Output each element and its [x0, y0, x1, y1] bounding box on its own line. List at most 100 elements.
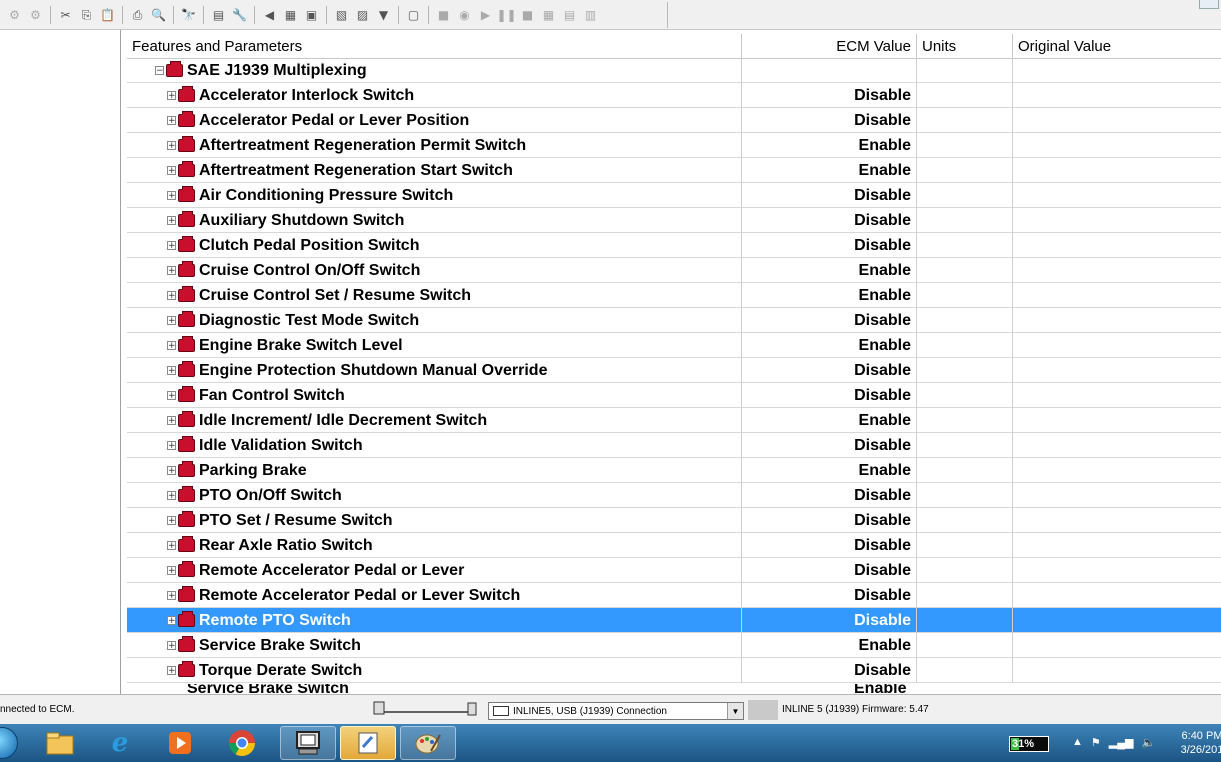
play-icon[interactable]: ▶ — [477, 7, 494, 24]
table-row[interactable]: + Engine Brake Switch Level Enable — [127, 333, 1221, 358]
ecm-value[interactable]: Enable — [742, 633, 917, 658]
expand-toggle-icon[interactable]: + — [167, 666, 176, 676]
column-header-features[interactable]: Features and Parameters — [127, 34, 742, 58]
ecm-value[interactable]: Disable — [742, 433, 917, 458]
internet-explorer-icon[interactable]: e — [92, 726, 148, 760]
volume-icon[interactable]: 🔈 — [1141, 736, 1155, 749]
column-header-ecm-value[interactable]: ECM Value — [742, 34, 917, 58]
table-row[interactable]: + Idle Validation Switch Disable — [127, 433, 1221, 458]
ecm-value[interactable]: Enable — [742, 158, 917, 183]
blank-icon[interactable]: ▢ — [405, 7, 422, 24]
expand-toggle-icon[interactable]: + — [167, 416, 176, 426]
expand-toggle-icon[interactable]: + — [167, 591, 176, 601]
expand-toggle-icon[interactable]: + — [167, 116, 176, 126]
table-row[interactable]: + PTO On/Off Switch Disable — [127, 483, 1221, 508]
ecm-value[interactable]: Disable — [742, 608, 917, 633]
export-icon[interactable]: ▧ — [333, 7, 350, 24]
paint-icon[interactable] — [340, 726, 396, 760]
ecm-value[interactable]: Disable — [742, 233, 917, 258]
expand-toggle-icon[interactable]: + — [167, 541, 176, 551]
expand-toggle-icon[interactable]: + — [167, 366, 176, 376]
table-row[interactable]: + Auxiliary Shutdown Switch Disable — [127, 208, 1221, 233]
expand-toggle-icon[interactable]: + — [167, 516, 176, 526]
cut-icon[interactable]: ✂ — [57, 7, 74, 24]
expand-toggle-icon[interactable]: + — [167, 91, 176, 101]
connect-icon[interactable]: ⚙ — [6, 7, 23, 24]
ecm-value[interactable]: Enable — [742, 283, 917, 308]
insite-app-icon[interactable] — [280, 726, 336, 760]
ecm-value[interactable]: Enable — [742, 458, 917, 483]
table-row[interactable]: + Accelerator Pedal or Lever Position Disa… — [127, 108, 1221, 133]
table-row[interactable]: + PTO Set / Resume Switch Disable — [127, 508, 1221, 533]
table-row[interactable]: + Rear Axle Ratio Switch Disable — [127, 533, 1221, 558]
chrome-icon[interactable] — [214, 726, 270, 760]
sidebar-splitter[interactable] — [0, 30, 121, 694]
table-row-selected[interactable]: + Remote PTO Switch Disable — [127, 608, 1221, 633]
expand-toggle-icon[interactable]: + — [167, 466, 176, 476]
expand-toggle-icon[interactable]: + — [167, 191, 176, 201]
save-to-ecm-icon[interactable]: ▦ — [282, 7, 299, 24]
table-row[interactable]: + Cruise Control Set / Resume Switch Enabl… — [127, 283, 1221, 308]
expand-toggle-icon[interactable]: + — [167, 216, 176, 226]
table-row[interactable]: + Torque Derate Switch Disable — [127, 658, 1221, 683]
ecm-value[interactable]: Disable — [742, 83, 917, 108]
column-header-units[interactable]: Units — [917, 34, 1013, 58]
group-row[interactable]: − SAE J1939 Multiplexing — [127, 58, 1221, 83]
filter-icon[interactable]: ▼ — [375, 7, 392, 24]
ecm-value[interactable]: Disable — [742, 583, 917, 608]
action-center-flag-icon[interactable]: ⚑ — [1091, 736, 1101, 749]
expand-toggle-icon[interactable]: + — [167, 491, 176, 501]
expand-toggle-icon[interactable]: + — [167, 641, 176, 651]
expand-toggle-icon[interactable]: + — [167, 241, 176, 251]
table-row[interactable]: + Accelerator Interlock Switch Disable — [127, 83, 1221, 108]
properties-icon[interactable]: ▤ — [210, 7, 227, 24]
table-row[interactable]: + Cruise Control On/Off Switch Enable — [127, 258, 1221, 283]
table-row[interactable]: + Remote Accelerator Pedal or Lever Disabl… — [127, 558, 1221, 583]
snapshot-icon[interactable]: ▦ — [540, 7, 557, 24]
notes-icon[interactable]: ▥ — [582, 7, 599, 24]
table-row[interactable]: + Aftertreatment Regeneration Start Switc… — [127, 158, 1221, 183]
file-explorer-icon[interactable] — [32, 726, 88, 760]
ecm-value[interactable]: Enable — [742, 408, 917, 433]
column-header-original-value[interactable]: Original Value — [1013, 34, 1221, 58]
expand-toggle-icon[interactable]: + — [167, 266, 176, 276]
media-player-icon[interactable] — [152, 726, 208, 760]
copy-icon[interactable]: ⎘ — [78, 7, 95, 24]
chevron-down-icon[interactable]: ▼ — [727, 703, 743, 719]
expand-toggle-icon[interactable]: + — [167, 141, 176, 151]
ecm-value[interactable]: Disable — [742, 508, 917, 533]
record-icon[interactable]: ■ — [435, 7, 452, 24]
expand-toggle-icon[interactable]: + — [167, 566, 176, 576]
expand-toggle-icon[interactable]: + — [167, 316, 176, 326]
print-icon[interactable]: ⎙ — [129, 7, 146, 24]
expand-toggle-icon[interactable]: + — [167, 341, 176, 351]
ecm-value[interactable]: Disable — [742, 483, 917, 508]
ecm-value[interactable]: Enable — [742, 333, 917, 358]
expand-toggle-icon[interactable]: + — [167, 391, 176, 401]
table-row[interactable]: + Service Brake Switch Enable — [127, 633, 1221, 658]
ecm-value[interactable]: Disable — [742, 308, 917, 333]
table-row[interactable]: + Aftertreatment Regeneration Permit Swit… — [127, 133, 1221, 158]
table-row[interactable]: + Diagnostic Test Mode Switch Disable — [127, 308, 1221, 333]
battery-indicator[interactable]: 31% — [1009, 736, 1049, 752]
import-icon[interactable]: ▨ — [354, 7, 371, 24]
ecm-value[interactable]: Disable — [742, 358, 917, 383]
expand-toggle-icon[interactable]: + — [167, 291, 176, 301]
back-icon[interactable]: ◀ — [261, 7, 278, 24]
disconnect-icon[interactable]: ⚙ — [27, 7, 44, 24]
connection-select[interactable]: INLINE5, USB (J1939) Connection ▼ — [488, 702, 744, 720]
table-row[interactable]: + Engine Protection Shutdown Manual Overr… — [127, 358, 1221, 383]
ecm-value[interactable]: Disable — [742, 558, 917, 583]
window-restore-button[interactable] — [1199, 0, 1219, 9]
expand-toggle-icon[interactable]: + — [167, 166, 176, 176]
pause-icon[interactable]: ❚❚ — [496, 7, 516, 24]
table-row[interactable]: + Air Conditioning Pressure Switch Disable — [127, 183, 1221, 208]
ecm-value[interactable]: Disable — [742, 658, 917, 683]
find-icon[interactable]: 🔭 — [180, 7, 197, 24]
print-preview-icon[interactable]: 🔍 — [150, 7, 167, 24]
ecm-value[interactable]: Disable — [742, 383, 917, 408]
table-row[interactable]: + Remote Accelerator Pedal or Lever Switc… — [127, 583, 1221, 608]
collapse-toggle-icon[interactable]: − — [155, 66, 164, 76]
ecm-value[interactable]: Disable — [742, 208, 917, 233]
table-row[interactable]: + Idle Increment/ Idle Decrement Switch En… — [127, 408, 1221, 433]
